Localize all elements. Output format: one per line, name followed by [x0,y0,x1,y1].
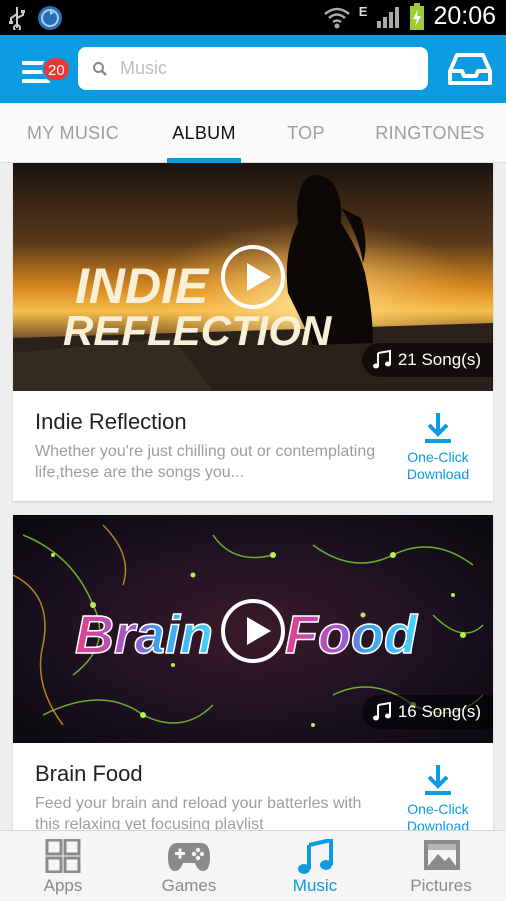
album-list[interactable]: INDIE REFLECTION 21 Song(s) Indie Reflec… [0,163,506,830]
menu-button[interactable]: 20 [14,49,71,93]
music-note-icon [298,839,333,874]
search-icon [93,61,107,76]
usb-icon [9,7,25,30]
play-button[interactable] [221,245,285,309]
song-count: 16 Song(s) [397,702,481,721]
gamepad-icon [168,843,210,871]
play-icon [247,263,271,291]
album-description: Feed your brain and reload your batterle… [35,795,362,830]
album-cover[interactable]: Brain Food 16 Song(s) [13,515,493,743]
nav-music[interactable]: Music [252,831,378,901]
cover-title-line2: Food [285,605,418,665]
nav-label: Games [161,876,217,895]
nav-apps[interactable]: Apps [0,831,126,901]
notification-badge: 20 [42,56,71,82]
song-count-badge: 21 Song(s) [361,343,493,377]
one-click-download-button[interactable]: One-Click Download [393,763,483,830]
album-card[interactable]: Brain Food 16 Song(s) Brain Food Feed yo… [13,515,493,830]
album-card[interactable]: INDIE REFLECTION 21 Song(s) Indie Reflec… [13,163,493,501]
nav-label: Apps [43,876,83,895]
album-cover[interactable]: INDIE REFLECTION 21 Song(s) [13,163,493,391]
play-button[interactable] [221,599,285,663]
album-description: Whether you're just chilling out or cont… [35,443,376,481]
nav-games[interactable]: Games [126,831,252,901]
music-note-icon [372,702,391,721]
song-count: 21 Song(s) [397,350,481,369]
download-icon [425,413,451,443]
tab-album[interactable]: ALBUM [152,103,256,163]
sync-icon [38,6,62,30]
tab-ringtones[interactable]: RINGTONES [362,103,498,163]
tab-my-music[interactable]: MY MUSIC [6,103,140,163]
play-icon [247,617,271,645]
download-label-line1: One-Click [407,449,469,465]
search-input[interactable] [120,58,400,79]
song-count-badge: 16 Song(s) [361,695,493,729]
cover-title-line1: Brain [75,605,213,665]
apps-grid-icon [45,839,81,873]
tab-bar: MY MUSIC ALBUM TOP RINGTONES [0,103,506,163]
download-icon [425,765,451,795]
app-bar: 20 [0,35,506,103]
tab-top[interactable]: TOP [262,103,350,163]
nav-label: Pictures [410,876,472,895]
cover-title-line2: REFLECTION [63,307,333,354]
inbox-icon [448,53,492,85]
picture-icon [424,840,460,870]
wifi-icon [323,7,350,28]
status-bar: E 20:06 [0,0,506,35]
download-label-line2: Download [406,818,470,830]
one-click-download-button[interactable]: One-Click Download [393,411,483,483]
search-bar[interactable] [78,47,428,90]
status-time: 20:06 [433,2,496,30]
album-title: Indie Reflection [35,409,187,434]
download-label-line1: One-Click [407,801,469,817]
signal-icon [377,6,400,28]
download-label-line2: Download [406,466,470,482]
nav-label: Music [292,876,338,895]
nav-pictures[interactable]: Pictures [378,831,504,901]
cover-title-line1: INDIE [75,258,210,314]
album-info: Indie Reflection Whether you're just chi… [13,391,493,501]
network-type: E [358,4,368,19]
bottom-navigation: Apps Games Music Pictures [0,830,506,900]
music-note-icon [372,350,391,369]
battery-charging-icon [410,2,425,30]
inbox-button[interactable] [448,51,492,87]
album-title: Brain Food [35,761,143,786]
album-info: Brain Food Feed your brain and reload yo… [13,743,493,830]
